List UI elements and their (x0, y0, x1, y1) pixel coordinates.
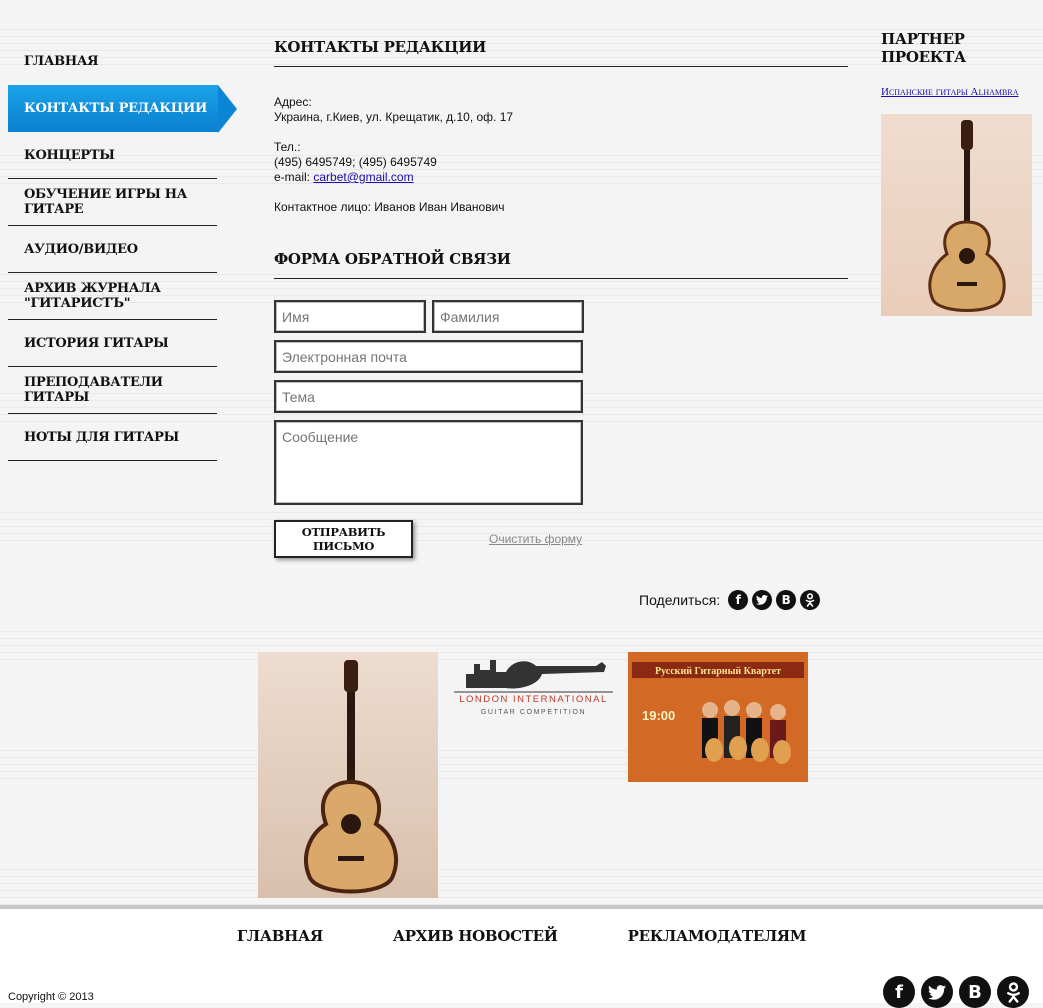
nav-item-audio-video[interactable]: Аудио/видео (8, 226, 217, 273)
footer-link-advertisers[interactable]: Рекламодателям (628, 927, 807, 945)
twitter-icon[interactable] (752, 590, 773, 610)
footer-social: f B (883, 976, 1029, 1008)
main-nav: Главная Контакты редакции Концерты Обуче… (8, 38, 238, 461)
nav-item-lessons[interactable]: Обучение игры на гитаре (8, 179, 217, 226)
partner-sidebar: Партнер проекта Испанские гитары Alhambr… (881, 30, 1033, 316)
odnoklassniki-icon[interactable] (997, 976, 1029, 1008)
nav-item-history[interactable]: История гитары (8, 320, 217, 367)
email-label: e-mail: (274, 170, 311, 184)
address-value: Украина, г.Киев, ул. Крещатик, д.10, оф.… (274, 110, 514, 124)
footer-nav: Главная Архив новостей Рекламодателям (0, 927, 1043, 945)
subject-input[interactable] (274, 380, 583, 413)
message-textarea[interactable] (274, 420, 583, 505)
contact-person: Контактное лицо: Иванов Иван Иванович (274, 200, 505, 214)
footer-link-home[interactable]: Главная (237, 927, 323, 945)
email-input[interactable] (274, 340, 583, 373)
phone-label: Тел.: (274, 140, 301, 154)
facebook-icon[interactable]: f (728, 590, 749, 610)
partner-guitar-image[interactable] (881, 114, 1032, 316)
page-title: Контакты редакции (274, 38, 848, 67)
feedback-form: Отправить письмо Очистить форму (274, 300, 848, 560)
vk-icon[interactable]: B (959, 976, 991, 1008)
share-label: Поделиться: (639, 592, 721, 608)
nav-item-archive[interactable]: Архив журнала "Гитаристъ" (8, 273, 217, 320)
london-subtitle: GUITAR COMPETITION (481, 709, 586, 716)
guitar-banner[interactable] (258, 652, 438, 898)
odnoklassniki-icon[interactable] (800, 590, 821, 610)
quartet-time: 19:00 (642, 708, 675, 723)
nav-item-teachers[interactable]: Преподаватели гитары (8, 367, 217, 414)
form-title: Форма обратной связи (274, 250, 848, 279)
phone-value: (495) 6495749; (495) 6495749 (274, 155, 437, 169)
last-name-input[interactable] (432, 300, 584, 333)
quartet-concert-banner[interactable]: Русский Гитарный Квартет 19:00 (628, 652, 808, 782)
address-label: Адрес: (274, 95, 312, 109)
email-link[interactable]: carbet@gmail.com (313, 170, 413, 184)
clear-form-link[interactable]: Очистить форму (489, 532, 582, 546)
footer: Главная Архив новостей Рекламодателям Co… (0, 905, 1043, 1008)
facebook-icon[interactable]: f (883, 976, 915, 1008)
partner-link[interactable]: Испанские гитары Alhambra (881, 86, 1033, 98)
first-name-input[interactable] (274, 300, 426, 333)
london-competition-banner[interactable]: LONDON INTERNATIONAL GUITAR COMPETITION (446, 652, 621, 722)
contact-info: Адрес: Украина, г.Киев, ул. Крещатик, д.… (274, 95, 848, 215)
vk-icon[interactable]: B (776, 590, 797, 610)
quartet-title: Русский Гитарный Квартет (655, 666, 781, 677)
main-content: Контакты редакции Адрес: Украина, г.Киев… (274, 38, 848, 560)
send-button[interactable]: Отправить письмо (274, 520, 413, 558)
share-bar: Поделиться: f B (639, 590, 821, 610)
london-title: LONDON INTERNATIONAL (459, 694, 608, 705)
partner-title: Партнер проекта (881, 30, 966, 66)
twitter-icon[interactable] (921, 976, 953, 1008)
copyright: Copyright © 2013 (8, 991, 94, 1003)
nav-item-home[interactable]: Главная (8, 38, 217, 85)
nav-item-concerts[interactable]: Концерты (8, 132, 217, 179)
footer-link-news-archive[interactable]: Архив новостей (393, 927, 558, 945)
nav-item-sheet-music[interactable]: Ноты для гитары (8, 414, 217, 461)
nav-item-contacts[interactable]: Контакты редакции (8, 85, 237, 133)
